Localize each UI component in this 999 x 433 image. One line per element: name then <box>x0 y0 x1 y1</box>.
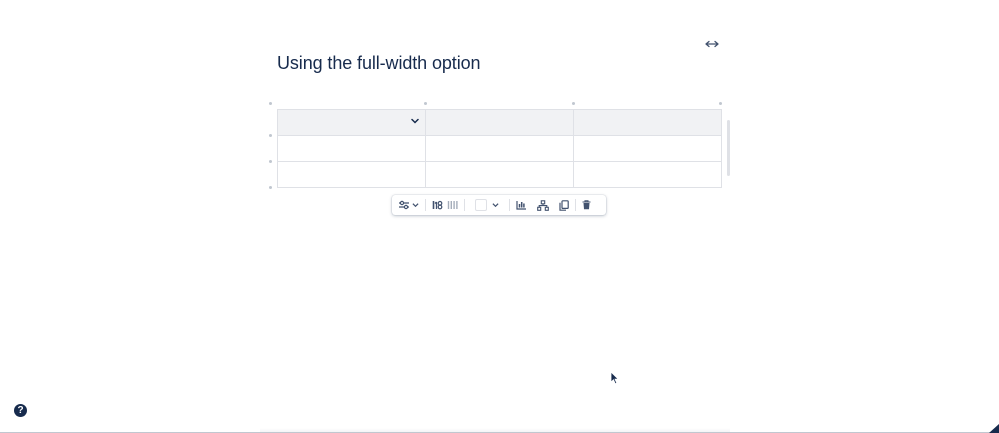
data-table <box>277 109 722 188</box>
table-cell[interactable] <box>573 161 722 188</box>
table-row <box>277 135 722 162</box>
page-title[interactable]: Using the full-width option <box>277 53 481 74</box>
table-cell[interactable] <box>425 135 574 162</box>
table-floating-toolbar <box>392 195 606 215</box>
sort-button[interactable] <box>432 197 443 213</box>
table-row <box>277 161 722 188</box>
table-cell[interactable] <box>277 135 426 162</box>
table-select-handle[interactable] <box>269 102 272 105</box>
table-header-cell[interactable] <box>573 109 722 136</box>
insert-chart-button[interactable] <box>516 197 527 213</box>
table-header-cell[interactable] <box>425 109 574 136</box>
table-scrollbar[interactable] <box>727 120 730 176</box>
help-icon: ? <box>17 404 24 416</box>
table-header-row <box>277 109 722 136</box>
copy-button[interactable] <box>559 197 569 213</box>
row-insert-handle[interactable] <box>269 186 272 189</box>
column-insert-handle[interactable] <box>572 102 575 105</box>
resize-corner-icon <box>989 424 999 433</box>
cell-options-chevron-down-icon[interactable] <box>409 115 421 127</box>
hierarchy-icon <box>537 199 549 211</box>
table-header-cell[interactable] <box>277 109 426 136</box>
sort-icon <box>432 200 443 210</box>
chevron-down-icon <box>492 203 499 208</box>
columns-icon <box>447 201 458 209</box>
row-insert-handle[interactable] <box>269 160 272 163</box>
table-cell[interactable] <box>277 161 426 188</box>
editor-page: Using the full-width option ? <box>0 0 999 433</box>
chart-icon <box>516 201 526 210</box>
mouse-pointer-icon <box>610 371 620 385</box>
toolbar-divider <box>509 199 510 211</box>
color-swatch-icon <box>475 199 487 211</box>
column-insert-handle[interactable] <box>424 102 427 105</box>
toolbar-divider <box>575 199 576 211</box>
table-container <box>277 109 722 188</box>
help-button[interactable]: ? <box>14 404 27 417</box>
copy-icon <box>559 199 569 211</box>
row-insert-handle[interactable] <box>269 134 272 137</box>
table-options-button[interactable] <box>398 197 419 213</box>
full-width-toggle-icon[interactable] <box>702 36 722 52</box>
cell-background-button[interactable] <box>475 197 499 213</box>
table-cell[interactable] <box>573 135 722 162</box>
toolbar-divider <box>425 199 426 211</box>
distribute-columns-button[interactable] <box>447 197 458 213</box>
delete-table-button[interactable] <box>582 197 591 213</box>
table-cell[interactable] <box>425 161 574 188</box>
table-hierarchy-button[interactable] <box>537 197 549 213</box>
chevron-down-icon <box>412 203 419 208</box>
toolbar-divider <box>464 199 465 211</box>
sliders-icon <box>399 200 409 210</box>
column-insert-handle[interactable] <box>719 102 722 105</box>
trash-icon <box>582 200 591 210</box>
